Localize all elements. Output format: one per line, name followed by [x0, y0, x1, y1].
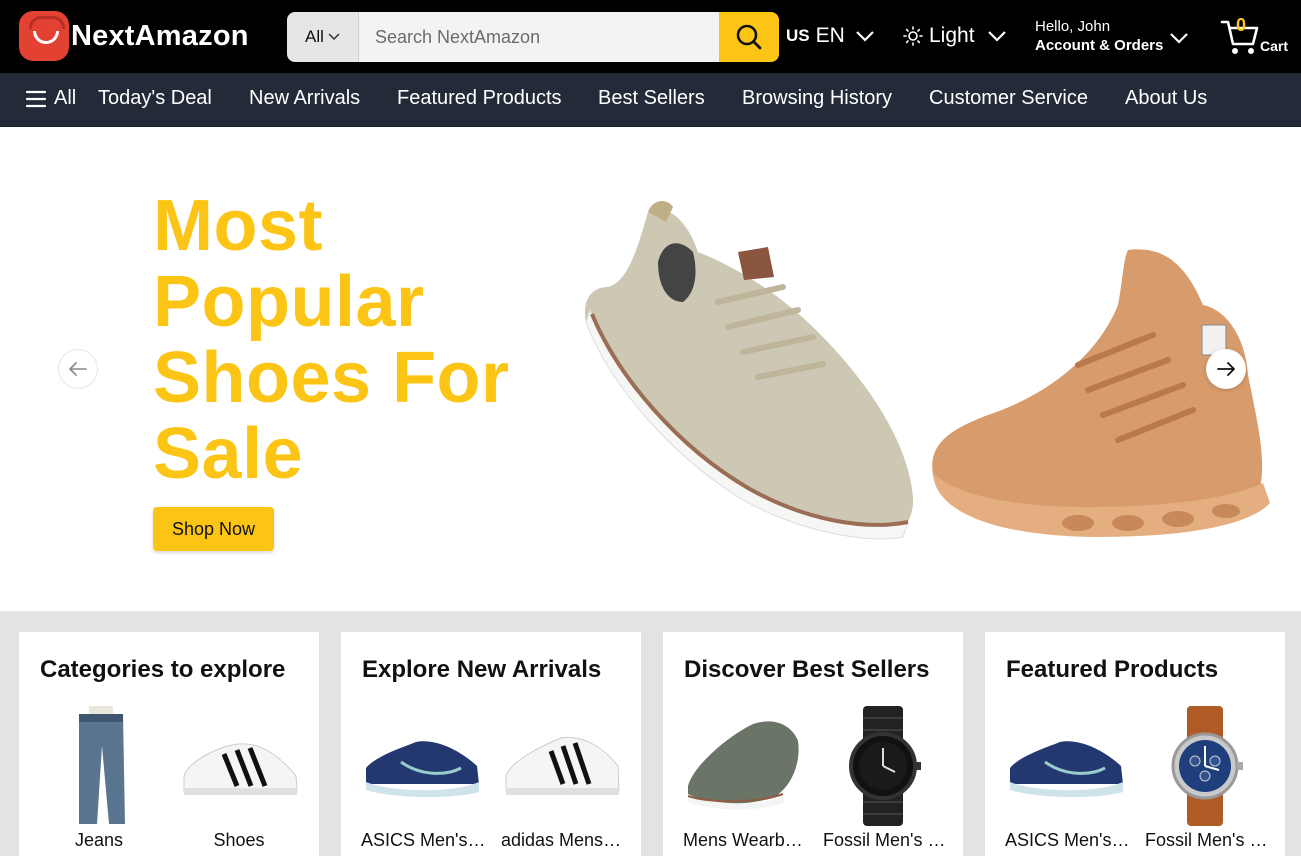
shop-now-button[interactable]: Shop Now: [153, 507, 274, 551]
card-categories-to-explore: Categories to explore Jeans Shoes: [19, 632, 319, 862]
chevron-down-icon: [1170, 32, 1189, 44]
search-category-select[interactable]: All: [287, 12, 359, 62]
card-explore-new-arrivals: Explore New Arrivals ASICS Men's GEL-Nim…: [341, 632, 641, 862]
product-tile-mens-wearbreeze[interactable]: Mens Wearbreeze Shoes: [683, 706, 808, 850]
product-tile-label: Shoes: [213, 830, 265, 850]
hamburger-menu-icon: [26, 90, 46, 107]
product-tile-adidas-grand-court[interactable]: adidas Mens Grand Court: [501, 706, 626, 850]
product-tile-fossil-grant[interactable]: Fossil Men's Grant: [1145, 706, 1270, 850]
search-icon: [736, 24, 762, 50]
account-menu[interactable]: Hello, John Account & Orders: [1035, 17, 1189, 56]
logo[interactable]: NextAmazon: [19, 11, 249, 61]
nav-all-menu[interactable]: All: [26, 87, 76, 110]
account-greeting: Hello, John: [1035, 18, 1111, 35]
nav-item-browsing-history[interactable]: Browsing History: [742, 87, 892, 110]
white-sneaker-image: [505, 736, 620, 795]
product-tile-label: Mens Wearbreeze Shoes: [683, 830, 808, 850]
hero-carousel: Most Popular Shoes For Sale Shop Now: [0, 127, 1301, 611]
nav-item-new-arrivals[interactable]: New Arrivals: [249, 87, 360, 110]
search-button[interactable]: [719, 12, 779, 62]
product-tile-label: Fossil Men's Grant: [1145, 830, 1270, 850]
carousel-next-button[interactable]: [1206, 349, 1246, 389]
cart-label: Cart: [1260, 38, 1289, 54]
product-tile-shoes[interactable]: Shoes: [179, 706, 299, 850]
product-tile-label: adidas Mens Grand Court: [501, 830, 626, 850]
card-title: Categories to explore: [40, 656, 286, 683]
sun-icon: [903, 26, 923, 46]
product-tile-asics-gel-nimbus[interactable]: ASICS Men's GEL-Nimbus: [1005, 706, 1130, 850]
blue-running-shoe-image: [366, 741, 479, 798]
card-discover-best-sellers: Discover Best Sellers Mens Wearbreeze Sh…: [663, 632, 963, 862]
product-tile-asics-gel-nimbus[interactable]: ASICS Men's GEL-Nimbus: [361, 706, 486, 850]
nav-item-best-sellers[interactable]: Best Sellers: [598, 87, 705, 110]
theme-label: Light: [929, 24, 975, 47]
nav-item-customer-service[interactable]: Customer Service: [929, 87, 1088, 110]
card-title: Featured Products: [1006, 656, 1219, 683]
product-tile-label: Jeans: [74, 830, 124, 850]
search-input[interactable]: [359, 12, 719, 62]
chevron-down-icon: [987, 31, 1006, 42]
product-tile-label: Fossil Men's Machine: [823, 830, 948, 850]
white-sneaker-image: [183, 743, 298, 795]
hero-title: Most Popular Shoes For Sale: [153, 186, 510, 494]
language-selector[interactable]: US EN: [786, 24, 875, 48]
brown-leather-watch-image: [1171, 706, 1243, 826]
country-flag: US: [786, 26, 810, 45]
card-title: Discover Best Sellers: [684, 656, 930, 683]
nav-all-label: All: [54, 87, 77, 109]
jeans-image: [79, 706, 125, 824]
product-tile-fossil-machine[interactable]: Fossil Men's Machine: [823, 706, 948, 850]
shopping-bag-logo-icon: [19, 11, 69, 61]
product-tile-label: ASICS Men's GEL-Nimbus: [1005, 830, 1130, 850]
product-cards-section: Categories to explore Jeans Shoes Explor…: [0, 611, 1301, 862]
account-orders-label: Account & Orders: [1035, 37, 1164, 54]
carousel-prev-button[interactable]: [58, 349, 98, 389]
arrow-right-icon: [1217, 362, 1235, 376]
chevron-down-icon: [856, 31, 874, 42]
product-tile-jeans[interactable]: Jeans: [39, 706, 159, 850]
beige-sneaker-image: [584, 200, 914, 540]
search-category-label: All: [305, 27, 324, 46]
search-bar: All: [287, 12, 779, 62]
main-navigation: All Today's Deal New Arrivals Featured P…: [0, 73, 1301, 127]
blue-running-shoe-image: [1010, 741, 1123, 798]
grey-knit-shoe-image: [687, 721, 799, 810]
chevron-down-icon: [328, 33, 340, 41]
nav-item-todays-deal[interactable]: Today's Deal: [98, 87, 212, 110]
arrow-left-icon: [69, 362, 87, 376]
product-tile-label: ASICS Men's GEL-Nimbus: [361, 830, 486, 850]
logo-text: NextAmazon: [71, 19, 249, 52]
cart-count-badge: 0: [1236, 15, 1247, 35]
orange-sneaker-image: [932, 249, 1270, 537]
theme-selector[interactable]: Light: [903, 24, 1007, 48]
card-featured-products: Featured Products ASICS Men's GEL-Nimbus…: [985, 632, 1285, 862]
nav-item-about-us[interactable]: About Us: [1125, 87, 1207, 110]
top-header: NextAmazon All US EN Light Hello, John A…: [0, 0, 1301, 73]
cart-button[interactable]: 0 Cart: [1220, 15, 1295, 60]
nav-item-featured-products[interactable]: Featured Products: [397, 87, 562, 110]
language-label: EN: [815, 24, 845, 47]
card-title: Explore New Arrivals: [362, 656, 602, 683]
black-watch-image: [849, 706, 921, 826]
